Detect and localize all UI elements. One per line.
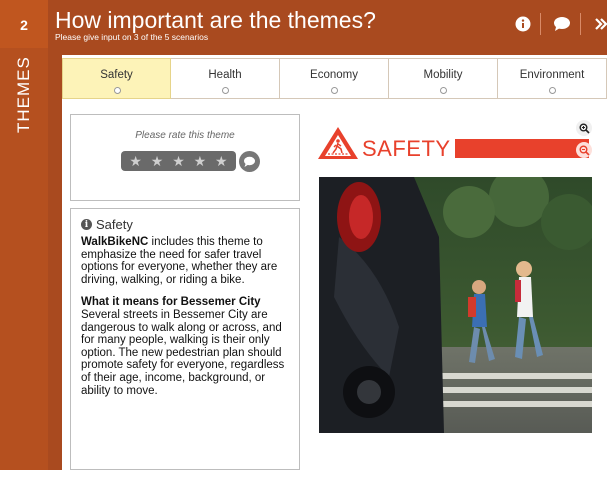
brand-name: WalkBikeNC	[81, 236, 149, 248]
tab-safety[interactable]: Safety	[62, 58, 171, 99]
rating-prompt: Please rate this theme	[135, 130, 235, 141]
local-meaning-text: Several streets in Bessemer City are dan…	[81, 308, 285, 397]
page-subtitle: Please give input on 3 of the 5 scenario…	[55, 32, 209, 42]
zoom-in-icon[interactable]	[576, 120, 592, 136]
comment-icon[interactable]	[553, 15, 571, 33]
step-number-text: 2	[20, 17, 28, 33]
header: How important are the themes? Please giv…	[48, 0, 607, 48]
star-icon[interactable]: ★	[194, 154, 207, 168]
rating-comment-button[interactable]	[239, 151, 260, 172]
star-rating[interactable]: ★ ★ ★ ★ ★	[121, 151, 236, 171]
tab-label: Environment	[519, 69, 585, 81]
step-number: 2	[0, 0, 48, 48]
tab-mobility[interactable]: Mobility	[389, 58, 498, 99]
bottom-gap	[0, 470, 607, 477]
star-icon[interactable]: ★	[129, 154, 142, 168]
comment-icon	[244, 156, 255, 167]
tab-health[interactable]: Health	[171, 58, 280, 99]
theme-image-panel: SAFETY	[316, 114, 607, 470]
theme-info-panel: i Safety WalkBikeNC includes this theme …	[70, 208, 300, 470]
safety-banner-bar	[455, 139, 589, 158]
header-divider	[580, 13, 581, 35]
tab-label: Safety	[100, 69, 133, 81]
tab-environment[interactable]: Environment	[498, 58, 607, 99]
local-meaning-heading: What it means for Bessemer City	[81, 296, 261, 309]
main-content: Safety Health Economy Mobility Environme…	[62, 55, 607, 470]
page-title: How important are the themes?	[55, 7, 376, 33]
zoom-out-icon[interactable]	[576, 142, 592, 158]
tab-indicator-dot	[113, 87, 121, 94]
info-icon: i	[81, 219, 92, 230]
tab-indicator-dot	[331, 87, 338, 94]
tab-indicator-dot	[549, 87, 556, 94]
safety-photo	[319, 177, 592, 433]
safety-banner-text: SAFETY	[362, 136, 451, 161]
rating-panel: Please rate this theme ★ ★ ★ ★ ★	[70, 114, 300, 201]
tab-label: Economy	[310, 69, 358, 81]
star-icon[interactable]: ★	[215, 154, 228, 168]
tab-label: Mobility	[423, 69, 463, 81]
tab-economy[interactable]: Economy	[280, 58, 389, 99]
local-meaning: What it means for Bessemer City Several …	[81, 296, 289, 397]
tab-label: Health	[208, 69, 242, 81]
double-chevron-right-icon[interactable]	[592, 15, 607, 33]
theme-description: WalkBikeNC includes this theme to emphas…	[81, 236, 289, 286]
info-icon[interactable]	[514, 15, 532, 33]
tab-indicator-dot	[222, 87, 229, 94]
pedestrian-warning-icon	[318, 127, 358, 159]
info-heading: i Safety	[81, 217, 289, 232]
safety-banner: SAFETY	[316, 124, 592, 164]
star-icon[interactable]: ★	[172, 154, 185, 168]
tab-indicator-dot	[440, 87, 447, 94]
theme-tabs: Safety Health Economy Mobility Environme…	[62, 58, 607, 99]
info-heading-text: Safety	[96, 217, 133, 232]
star-icon[interactable]: ★	[151, 154, 164, 168]
sidebar-label-themes[interactable]: THEMES	[14, 56, 36, 176]
header-divider	[540, 13, 541, 35]
